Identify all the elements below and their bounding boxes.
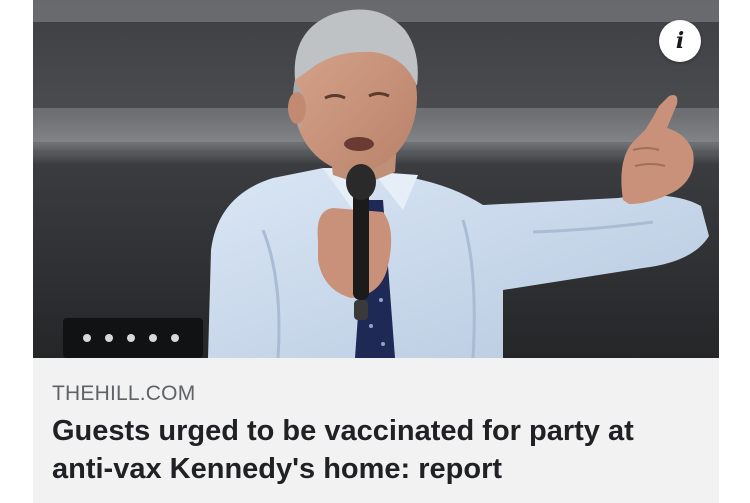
article-headline[interactable]: Guests urged to be vaccinated for party … <box>52 412 702 488</box>
speaker-photo-illustration <box>33 0 719 358</box>
article-photo[interactable]: i <box>33 0 719 358</box>
source-domain: THEHILL.COM <box>52 382 196 405</box>
info-icon: i <box>675 28 685 54</box>
link-preview-card[interactable]: i THEHILL.COM Guests urged to be vaccina… <box>33 0 719 503</box>
info-button[interactable]: i <box>659 20 701 62</box>
link-caption[interactable]: THEHILL.COM Guests urged to be vaccinate… <box>33 358 719 503</box>
